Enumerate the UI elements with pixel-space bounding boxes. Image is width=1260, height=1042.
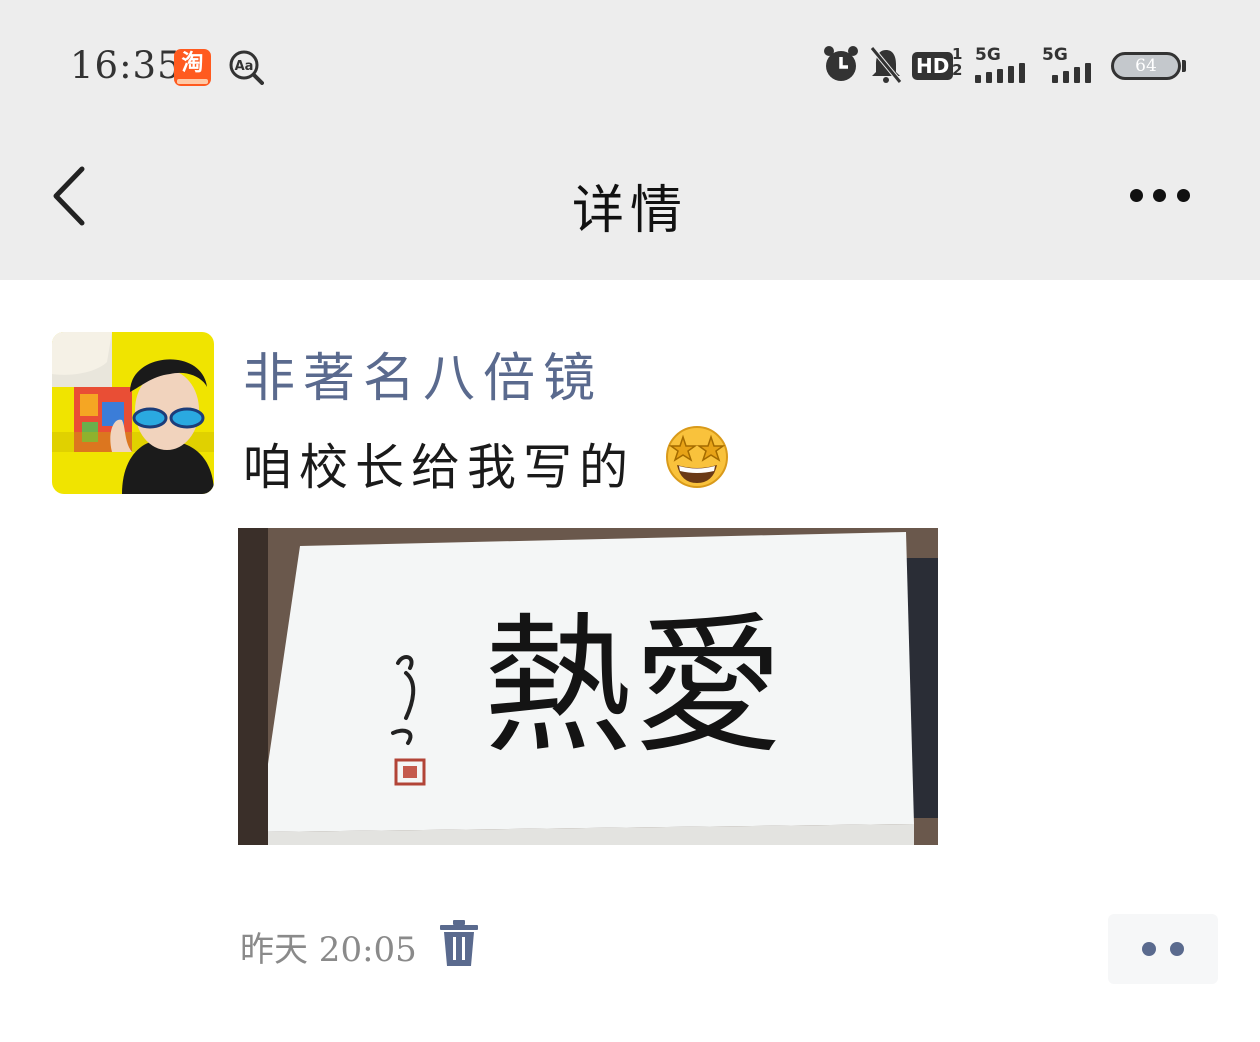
post-timestamp: 昨天 20:05 bbox=[240, 930, 417, 970]
trash-icon bbox=[440, 920, 478, 966]
battery-icon: 64 bbox=[1111, 52, 1181, 80]
more-dots-icon bbox=[1130, 189, 1143, 202]
mute-bell-icon bbox=[870, 46, 902, 84]
taobao-glyph: 淘 bbox=[181, 51, 204, 76]
alarm-icon bbox=[824, 46, 858, 81]
signal-icon bbox=[975, 63, 1025, 83]
post-author-name[interactable]: 非著名八倍镜 bbox=[243, 336, 603, 411]
hd-icon: HD bbox=[912, 52, 954, 80]
like-comment-button[interactable] bbox=[1108, 914, 1218, 984]
comment-like-dots-icon bbox=[1142, 942, 1156, 956]
more-options-button[interactable] bbox=[1120, 178, 1200, 214]
page-title: 详情 bbox=[571, 181, 688, 241]
battery-tip bbox=[1182, 60, 1186, 72]
delete-button[interactable] bbox=[438, 920, 480, 968]
calligraphy-text: 熱愛 bbox=[483, 600, 783, 774]
avatar[interactable] bbox=[52, 332, 214, 494]
text-recognition-icon: Aa bbox=[229, 50, 264, 85]
post-image[interactable]: 熱愛 bbox=[238, 528, 938, 845]
status-time: 16:35 bbox=[70, 44, 182, 87]
star-struck-emoji bbox=[666, 426, 728, 488]
taobao-app-icon: 淘 bbox=[174, 49, 211, 86]
hd-fraction: 12 bbox=[952, 45, 963, 79]
post-text: 咱校长给我写的 bbox=[243, 439, 636, 496]
aa-label: Aa bbox=[235, 59, 254, 74]
signal-icon bbox=[1052, 63, 1091, 83]
